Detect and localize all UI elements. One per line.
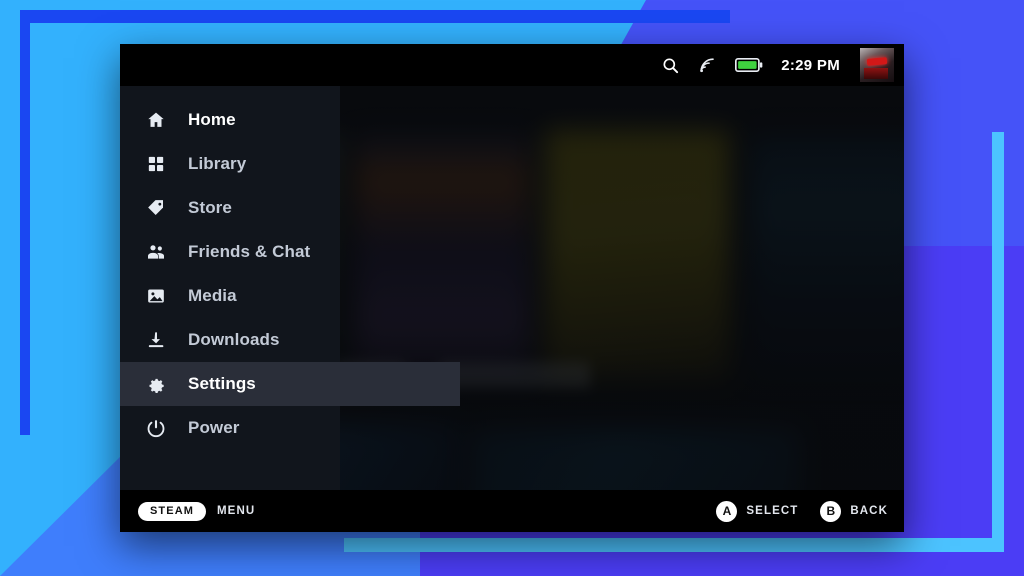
steam-button-pill[interactable]: STEAM (138, 501, 206, 521)
sidebar-item-library[interactable]: Library (120, 142, 340, 186)
status-bar: 2:29 PM (120, 44, 904, 86)
avatar[interactable] (860, 48, 894, 82)
steam-deck-window: 2:29 PM Home Library Store Friends & Cha… (120, 44, 904, 532)
sidebar-item-media[interactable]: Media (120, 274, 340, 318)
sidebar-item-label: Power (188, 418, 240, 437)
menu-hint-label: MENU (217, 505, 256, 517)
battery-full-icon[interactable] (735, 57, 763, 73)
sidebar-active-highlight-bleed (340, 362, 460, 406)
frame-stripe-bottom (344, 538, 1004, 552)
button-hint-b[interactable]: B BACK (820, 500, 888, 522)
frame-stripe-right (992, 132, 1004, 552)
power-icon (146, 418, 166, 438)
grid-icon (146, 154, 166, 174)
sidebar-item-home[interactable]: Home (120, 98, 340, 142)
avatar-accent (864, 68, 888, 79)
sidebar-item-downloads[interactable]: Downloads (120, 318, 340, 362)
sidebar-item-label: Settings (188, 374, 256, 393)
button-hint-a[interactable]: A SELECT (716, 500, 799, 522)
wifi-signal-icon[interactable] (698, 56, 717, 75)
main-menu-sidebar: Home Library Store Friends & Chat Media … (120, 86, 340, 532)
footer-left-group: STEAM MENU (138, 501, 256, 521)
clock: 2:29 PM (781, 56, 840, 74)
sidebar-item-label: Store (188, 198, 232, 217)
people-icon (146, 242, 166, 262)
gamepad-button-b-icon: B (820, 500, 842, 522)
home-icon (146, 110, 166, 130)
image-icon (146, 286, 166, 306)
tag-icon (146, 198, 166, 218)
gear-icon (146, 374, 166, 394)
button-hint-label: BACK (850, 505, 888, 517)
footer-button-hints: A SELECT B BACK (716, 500, 888, 522)
button-hint-label: SELECT (746, 505, 799, 517)
sidebar-item-label: Home (188, 110, 236, 129)
sidebar-item-label: Media (188, 286, 237, 305)
sidebar-item-settings[interactable]: Settings (120, 362, 340, 406)
footer-hint-bar: STEAM MENU A SELECT B BACK (120, 490, 904, 532)
sidebar-item-label: Downloads (188, 330, 280, 349)
download-icon (146, 330, 166, 350)
sidebar-item-store[interactable]: Store (120, 186, 340, 230)
frame-stripe-left (20, 10, 30, 435)
gamepad-button-a-icon: A (716, 500, 738, 522)
sidebar-item-power[interactable]: Power (120, 406, 340, 450)
sidebar-item-label: Library (188, 154, 247, 173)
frame-stripe-top (20, 10, 730, 23)
sidebar-item-label: Friends & Chat (188, 242, 311, 261)
sidebar-item-friends-chat[interactable]: Friends & Chat (120, 230, 340, 274)
search-icon[interactable] (661, 56, 680, 75)
